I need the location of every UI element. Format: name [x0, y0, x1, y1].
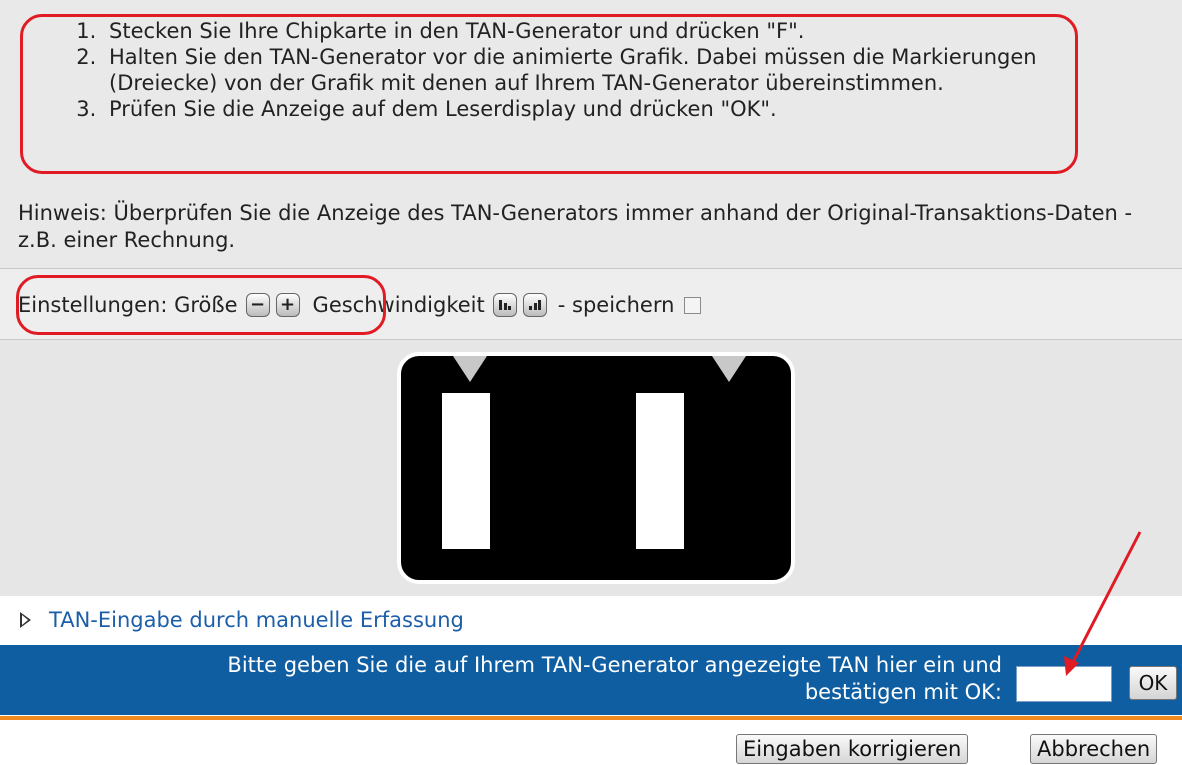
correct-entries-button[interactable]: Eingaben korrigieren	[736, 734, 969, 764]
marker-triangle-right	[712, 356, 746, 382]
cancel-button[interactable]: Abbrechen	[1030, 734, 1158, 764]
flicker-code-graphic	[397, 352, 795, 584]
tan-input[interactable]	[1016, 666, 1112, 702]
size-highlight	[16, 275, 386, 335]
speed-slower-button[interactable]	[492, 293, 517, 317]
expand-triangle-icon	[20, 612, 31, 628]
tan-prompt-line-1: Bitte geben Sie die auf Ihrem TAN-Genera…	[227, 653, 1002, 677]
marker-triangle-left	[453, 356, 487, 382]
tan-prompt-line-2: bestätigen mit OK:	[804, 680, 1002, 704]
ok-button[interactable]: OK	[1129, 666, 1177, 700]
hint-text: Hinweis: Überprüfen Sie die Anzeige des …	[18, 201, 1133, 252]
instructions-highlight	[20, 14, 1078, 174]
speed-slow-icon	[498, 300, 511, 310]
save-settings-checkbox[interactable]	[684, 296, 702, 314]
tan-prompt: Bitte geben Sie die auf Ihrem TAN-Genera…	[2, 652, 1002, 706]
save-settings-label: - speichern	[557, 293, 675, 317]
manual-entry-label: TAN-Eingabe durch manuelle Erfassung	[49, 608, 464, 632]
orange-divider	[0, 716, 1182, 720]
speed-fast-icon	[528, 300, 541, 310]
manual-entry-link[interactable]: TAN-Eingabe durch manuelle Erfassung	[20, 608, 464, 632]
flicker-bar	[442, 393, 490, 549]
flicker-bar	[636, 393, 684, 549]
tan-entry-bar: Bitte geben Sie die auf Ihrem TAN-Genera…	[0, 645, 1182, 715]
speed-faster-button[interactable]	[522, 293, 547, 317]
